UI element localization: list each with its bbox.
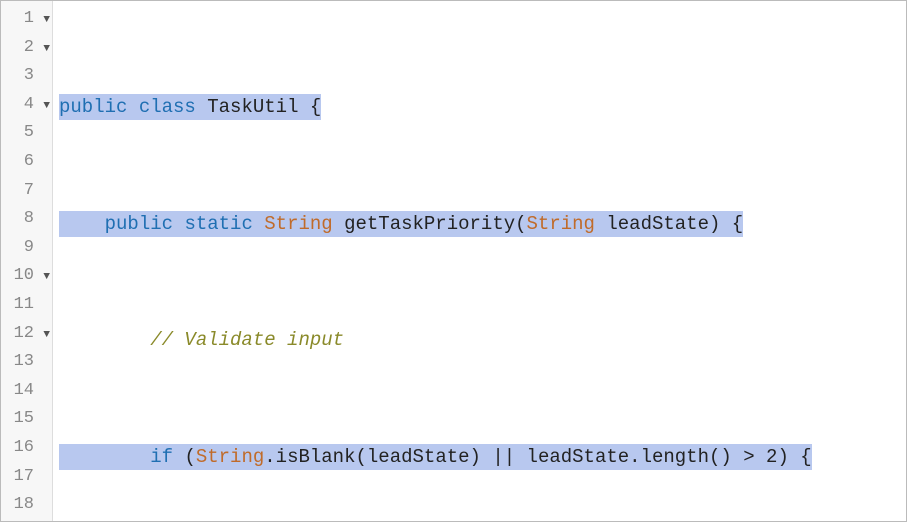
line-number: 9 bbox=[24, 234, 48, 263]
gutter-line: 6 bbox=[1, 148, 52, 177]
line-number: 6 bbox=[24, 148, 48, 177]
keyword: static bbox=[184, 213, 252, 235]
code-editor[interactable]: 1▼ 2▼ 3 4▼ 5 6 7 8 9 10▼ 11 12▼ 13 14 15… bbox=[0, 0, 907, 522]
gutter-line: 2▼ bbox=[1, 34, 52, 63]
gutter-line: 12▼ bbox=[1, 320, 52, 349]
gutter-line: 14 bbox=[1, 377, 52, 406]
gutter-line: 17 bbox=[1, 463, 52, 492]
code-area[interactable]: public class TaskUtil { public static St… bbox=[53, 1, 906, 521]
code-line[interactable]: if (String.isBlank(leadState) || leadSta… bbox=[59, 443, 906, 472]
type: String bbox=[196, 446, 264, 468]
fold-icon[interactable]: ▼ bbox=[43, 321, 50, 350]
line-number: 7 bbox=[24, 177, 48, 206]
gutter-line: 1▼ bbox=[1, 5, 52, 34]
gutter-line: 7 bbox=[1, 177, 52, 206]
gutter-line: 18 bbox=[1, 491, 52, 520]
line-number: 16 bbox=[14, 434, 48, 463]
keyword: if bbox=[150, 446, 173, 468]
line-number: 3 bbox=[24, 62, 48, 91]
gutter-line: 9 bbox=[1, 234, 52, 263]
fold-icon[interactable]: ▼ bbox=[43, 263, 50, 292]
line-number: 5 bbox=[24, 119, 48, 148]
type: String bbox=[264, 213, 332, 235]
gutter-line: 3 bbox=[1, 62, 52, 91]
line-number: 11 bbox=[14, 291, 48, 320]
line-number: 15 bbox=[14, 405, 48, 434]
method-name: getTaskPriority bbox=[344, 213, 515, 235]
code-line[interactable]: public class TaskUtil { bbox=[59, 93, 906, 122]
code-line[interactable]: public static String getTaskPriority(Str… bbox=[59, 210, 906, 239]
fold-icon[interactable]: ▼ bbox=[43, 35, 50, 64]
type: String bbox=[527, 213, 595, 235]
gutter-line: 13 bbox=[1, 348, 52, 377]
class-name: TaskUtil bbox=[207, 96, 298, 118]
method: length bbox=[641, 446, 709, 468]
gutter-line: 11 bbox=[1, 291, 52, 320]
gutter-line: 4▼ bbox=[1, 91, 52, 120]
gutter-line: 16 bbox=[1, 434, 52, 463]
param: leadState bbox=[606, 213, 709, 235]
line-number: 18 bbox=[14, 491, 48, 520]
line-number: 17 bbox=[14, 463, 48, 492]
line-number: 13 bbox=[14, 348, 48, 377]
coverage-covered: public static String getTaskPriority(Str… bbox=[59, 211, 743, 237]
fold-icon[interactable]: ▼ bbox=[43, 92, 50, 121]
gutter-line: 15 bbox=[1, 405, 52, 434]
gutter-line: 8 bbox=[1, 205, 52, 234]
comment: // Validate input bbox=[150, 326, 344, 355]
identifier: leadState bbox=[527, 446, 630, 468]
method: isBlank bbox=[276, 446, 356, 468]
line-number: 14 bbox=[14, 377, 48, 406]
gutter-line: 10▼ bbox=[1, 262, 52, 291]
keyword: public bbox=[59, 96, 127, 118]
fold-icon[interactable]: ▼ bbox=[43, 6, 50, 35]
coverage-covered: if (String.isBlank(leadState) || leadSta… bbox=[59, 444, 812, 470]
brace: { bbox=[310, 96, 321, 118]
keyword: public bbox=[105, 213, 173, 235]
gutter-line: 5 bbox=[1, 119, 52, 148]
coverage-covered: public class TaskUtil { bbox=[59, 94, 321, 120]
code-line[interactable]: // Validate input bbox=[59, 326, 906, 355]
line-number-gutter: 1▼ 2▼ 3 4▼ 5 6 7 8 9 10▼ 11 12▼ 13 14 15… bbox=[1, 1, 53, 521]
keyword: class bbox=[139, 96, 196, 118]
number: 2 bbox=[766, 446, 777, 468]
identifier: leadState bbox=[367, 446, 470, 468]
line-number: 8 bbox=[24, 205, 48, 234]
